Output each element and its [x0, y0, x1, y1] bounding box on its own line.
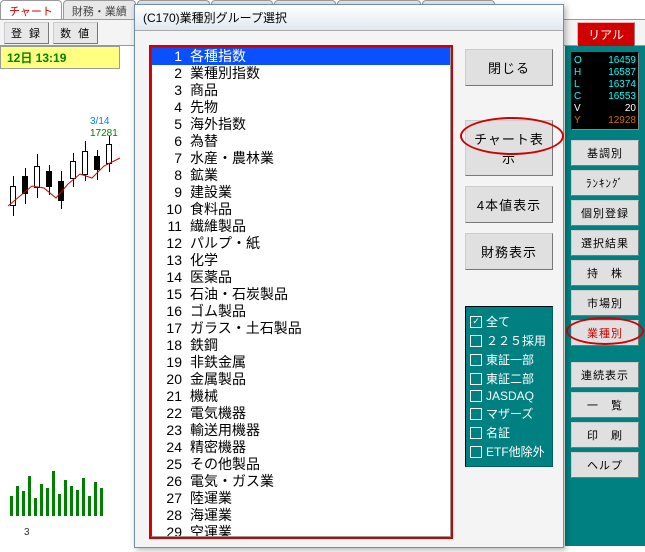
list-item[interactable]: 18鉄鋼 [152, 337, 450, 354]
continuous-button[interactable]: 連続表示 [571, 362, 639, 388]
print-button[interactable]: 印 刷 [571, 422, 639, 448]
list-item[interactable]: 21機械 [152, 388, 450, 405]
list-item[interactable]: 3商品 [152, 82, 450, 99]
list-item[interactable]: 10食料品 [152, 201, 450, 218]
industry-group-dialog: (C170)業種別グループ選択 1各種指数2業種別指数3商品4先物5海外指数6為… [134, 4, 564, 548]
list-item[interactable]: 2業種別指数 [152, 65, 450, 82]
right-sidebar: O16459 H16587 L16374 C16553 V20 Y12928 基… [565, 46, 645, 546]
list-item[interactable]: 24精密機器 [152, 439, 450, 456]
list-item[interactable]: 27陸運業 [152, 490, 450, 507]
ranking-button[interactable]: ﾗﾝｷﾝｸﾞ [571, 170, 639, 196]
list-item[interactable]: 9建設業 [152, 184, 450, 201]
list-item[interactable]: 29空運業 [152, 524, 450, 537]
individual-button[interactable]: 個別登録 [571, 200, 639, 226]
filter-checkbox[interactable]: ETF他除外 [470, 443, 548, 460]
finance-display-button[interactable]: 財務表示 [465, 233, 553, 270]
candlestick-chart: 3/14 17281 3 [0, 66, 140, 546]
filter-checkbox[interactable]: ２２５採用 [470, 332, 548, 349]
ohlc-display-button[interactable]: 4本値表示 [465, 186, 553, 223]
filter-checkbox[interactable]: 東証一部 [470, 351, 548, 368]
list-item[interactable]: 7水産・農林業 [152, 150, 450, 167]
filter-checkboxes: ✓全て ２２５採用東証一部東証二部 JASDAQ マザーズ名証 ETF他除外 [465, 306, 553, 467]
ohlc-panel: O16459 H16587 L16374 C16553 V20 Y12928 [571, 52, 639, 130]
list-item[interactable]: 6為替 [152, 133, 450, 150]
tab-chart[interactable]: チャート [0, 0, 62, 19]
x-axis-label: 3 [24, 527, 30, 538]
chart-display-button[interactable]: チャート表示 [465, 120, 553, 176]
list-item[interactable]: 4先物 [152, 99, 450, 116]
filter-checkbox[interactable]: マザーズ [470, 405, 548, 422]
list-item[interactable]: 11繊維製品 [152, 218, 450, 235]
filter-checkbox[interactable]: 東証二部 [470, 370, 548, 387]
list-item[interactable]: 5海外指数 [152, 116, 450, 133]
list-item[interactable]: 13化学 [152, 252, 450, 269]
list-item[interactable]: 1各種指数 [152, 48, 450, 65]
list-item[interactable]: 16ゴム製品 [152, 303, 450, 320]
list-item[interactable]: 15石油・石炭製品 [152, 286, 450, 303]
list-item[interactable]: 8鉱業 [152, 167, 450, 184]
list-item[interactable]: 17ガラス・土石製品 [152, 320, 450, 337]
filter-checkbox[interactable]: 名証 [470, 424, 548, 441]
register-button[interactable]: 登 録 [4, 22, 49, 44]
tab-finance[interactable]: 財務・業績 [63, 0, 136, 19]
list-item[interactable]: 28海運業 [152, 507, 450, 524]
result-button[interactable]: 選択結果 [571, 230, 639, 256]
help-button[interactable]: ヘルプ [571, 452, 639, 478]
filter-checkbox[interactable]: JASDAQ [470, 389, 548, 403]
list-item[interactable]: 26電気・ガス業 [152, 473, 450, 490]
list-item[interactable]: 23輸送用機器 [152, 422, 450, 439]
industry-button[interactable]: 業種別 [571, 320, 639, 346]
list-button[interactable]: 一 覧 [571, 392, 639, 418]
list-item[interactable]: 22電気機器 [152, 405, 450, 422]
market-button[interactable]: 市場別 [571, 290, 639, 316]
industry-listbox[interactable]: 1各種指数2業種別指数3商品4先物5海外指数6為替7水産・農林業8鉱業9建設業1… [151, 47, 451, 537]
list-item[interactable]: 12パルプ・紙 [152, 235, 450, 252]
list-item[interactable]: 14医薬品 [152, 269, 450, 286]
list-item[interactable]: 25その他製品 [152, 456, 450, 473]
filter-checkbox[interactable]: ✓全て [470, 313, 548, 330]
list-item[interactable]: 19非鉄金属 [152, 354, 450, 371]
kihon-button[interactable]: 基調別 [571, 140, 639, 166]
hold-button[interactable]: 持 株 [571, 260, 639, 286]
list-item[interactable]: 20金属製品 [152, 371, 450, 388]
close-button[interactable]: 閉じる [465, 49, 553, 86]
volume-bars [0, 436, 140, 516]
dialog-title: (C170)業種別グループ選択 [135, 5, 563, 31]
value-button[interactable]: 数 値 [53, 22, 98, 44]
real-button[interactable]: リアル [577, 22, 635, 47]
